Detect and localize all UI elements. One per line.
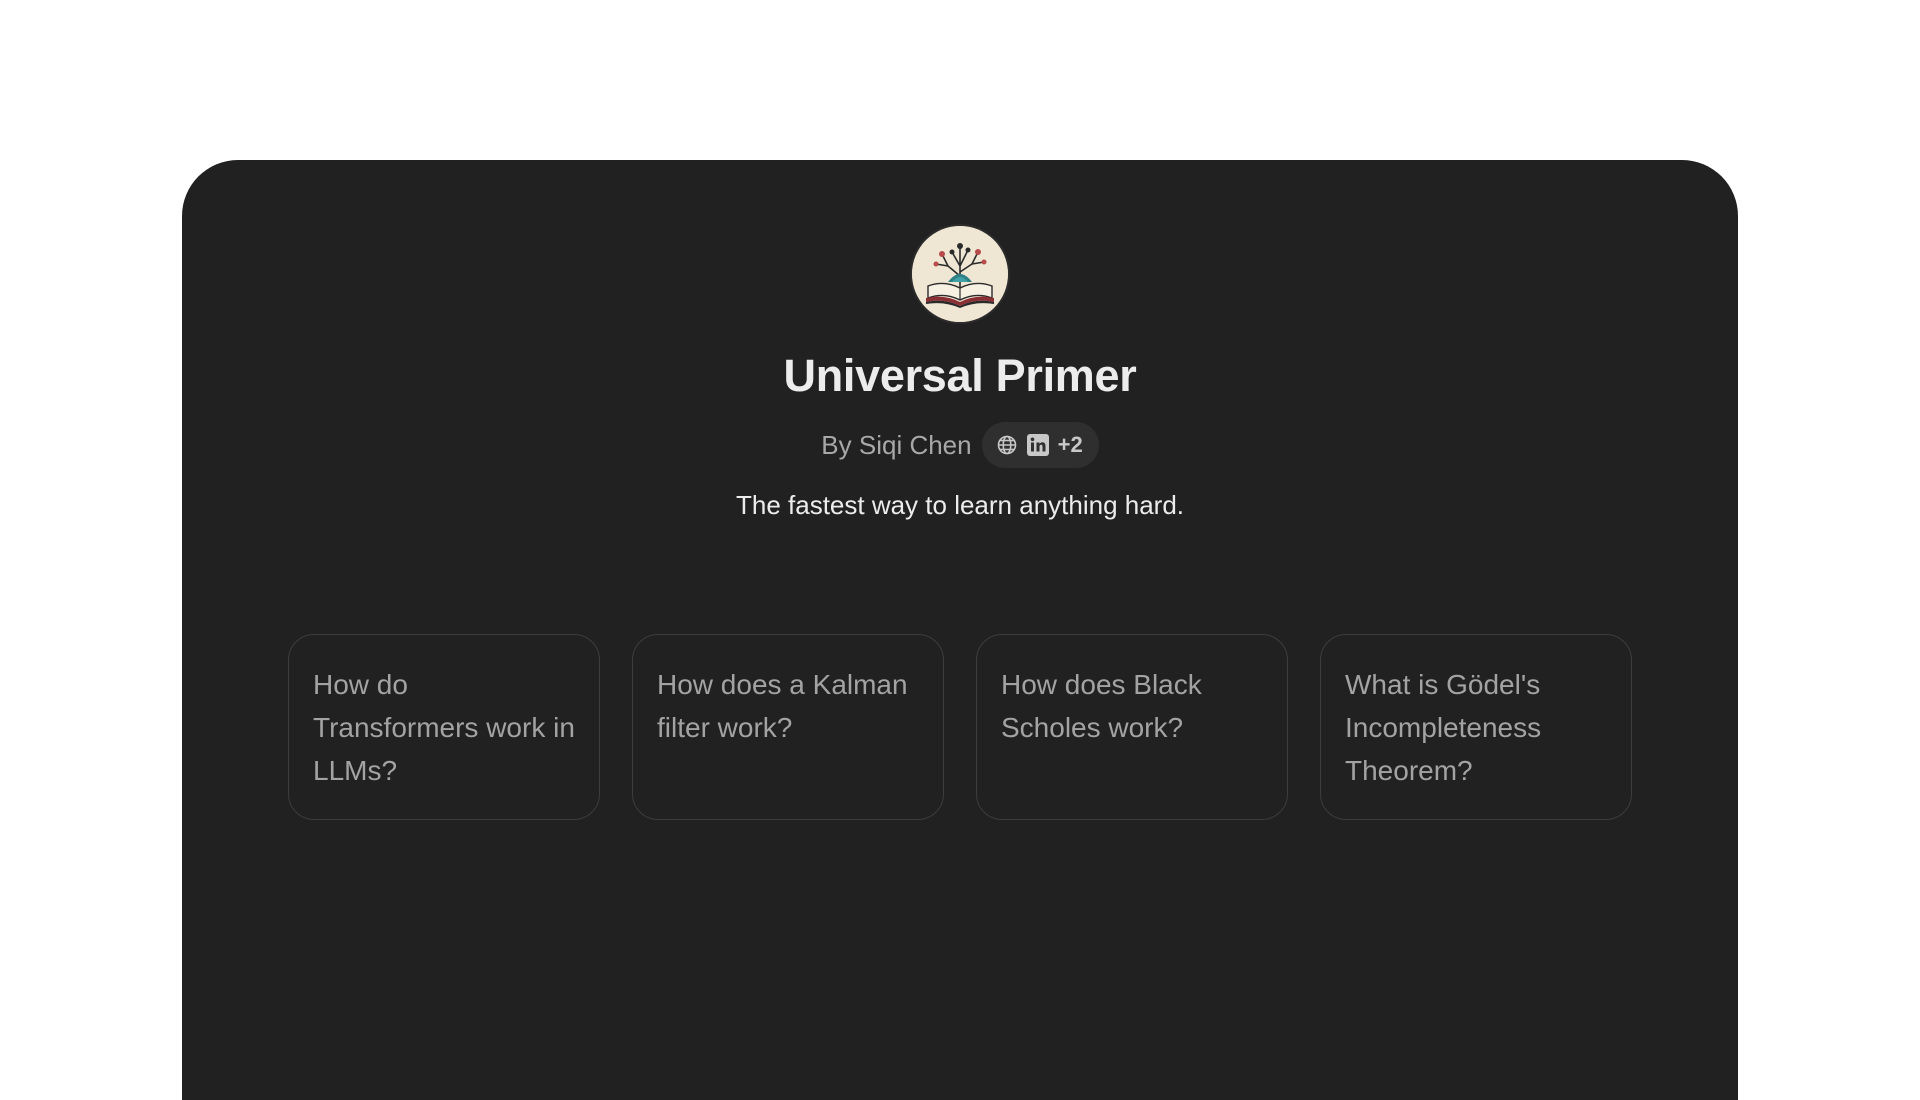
- gpt-title: Universal Primer: [783, 350, 1137, 401]
- globe-icon: [997, 435, 1016, 455]
- social-links-button[interactable]: +2: [981, 422, 1099, 468]
- gpt-avatar: [912, 226, 1008, 322]
- open-book-tree-circuit-icon: [912, 226, 1008, 322]
- conversation-starter-card[interactable]: How does a Kalman filter work?: [632, 634, 944, 820]
- social-links-more-count: +2: [1057, 432, 1083, 457]
- conversation-starter-card[interactable]: How do Transformers work in LLMs?: [288, 634, 600, 820]
- gpt-intro-panel: Universal Primer By Siqi Chen +2 The fas…: [182, 160, 1738, 1100]
- conversation-starter-card[interactable]: What is Gödel's Incompleteness Theorem?: [1320, 634, 1632, 820]
- conversation-starter-card[interactable]: How does Black Scholes work?: [976, 634, 1288, 820]
- conversation-starters: How do Transformers work in LLMs? How do…: [288, 634, 1632, 820]
- author-name: By Siqi Chen: [821, 429, 972, 460]
- byline: By Siqi Chen +2: [182, 422, 1738, 468]
- gpt-description: The fastest way to learn anything hard.: [735, 490, 1185, 520]
- linkedin-icon: [1026, 434, 1049, 456]
